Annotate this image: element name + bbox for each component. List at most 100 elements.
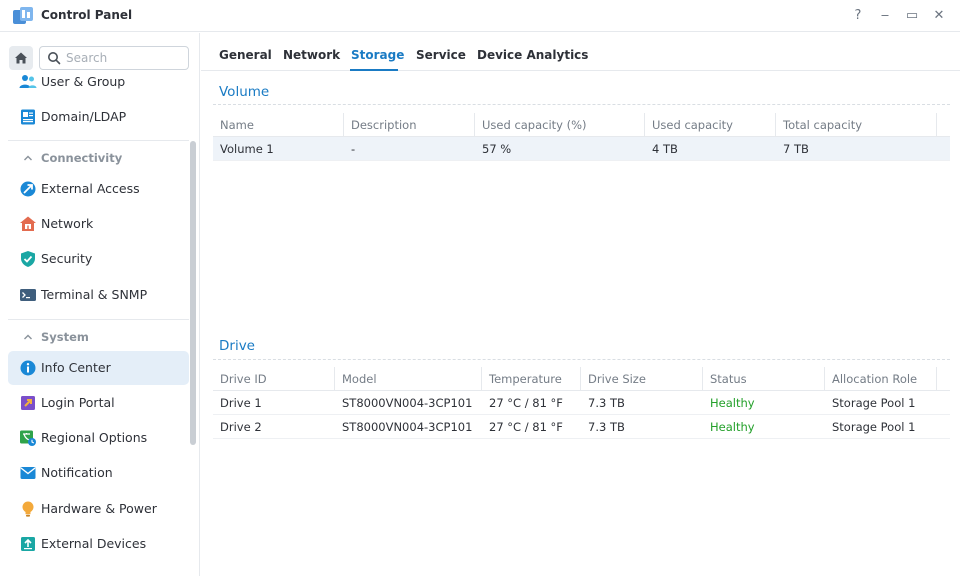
chevron-up-icon — [24, 155, 32, 161]
drive-section-title: Drive — [219, 338, 255, 354]
sidebar-item-label: Info Center — [41, 360, 111, 375]
column-header[interactable]: Temperature — [482, 367, 581, 391]
external-device-icon — [21, 537, 35, 551]
sidebar-scrollbar[interactable] — [190, 141, 196, 445]
bulb-icon — [22, 501, 34, 517]
tab-network[interactable]: Network — [283, 48, 340, 62]
volume-name-cell: Volume 1 — [220, 142, 274, 156]
login-portal-icon — [21, 396, 35, 410]
sidebar-item-external-devices[interactable]: External Devices — [8, 527, 189, 561]
sidebar: User & Group Domain/LDAP Connectivity Ex… — [0, 33, 200, 576]
sidebar-item-label: Domain/LDAP — [41, 109, 127, 124]
drive-allocation-cell: Storage Pool 1 — [832, 420, 916, 434]
info-icon — [20, 360, 36, 376]
chevron-up-icon — [24, 334, 32, 340]
drive-model-cell: ST8000VN004-3CP101 — [342, 396, 473, 410]
column-header[interactable]: Drive Size — [581, 367, 703, 391]
tab-service[interactable]: Service — [416, 48, 466, 62]
shield-icon — [21, 251, 35, 267]
column-header[interactable]: Used capacity — [645, 113, 776, 137]
sidebar-item-external-access[interactable]: External Access — [8, 172, 189, 206]
active-tab-indicator — [350, 69, 398, 71]
volume-total-capacity-cell: 7 TB — [783, 142, 809, 156]
column-header[interactable]: Model — [335, 367, 482, 391]
section-header-system[interactable]: System — [8, 324, 189, 350]
drive-temperature-cell: 27 °C / 81 °F — [489, 396, 563, 410]
drive-size-cell: 7.3 TB — [588, 396, 625, 410]
table-row[interactable]: Volume 1 - 57 % 4 TB 7 TB — [213, 137, 950, 161]
external-access-icon — [20, 181, 36, 197]
sidebar-item-login-portal[interactable]: Login Portal — [8, 386, 189, 420]
drive-table-header: Drive ID Model Temperature Drive Size St… — [213, 367, 950, 391]
network-house-icon — [20, 216, 36, 231]
column-header[interactable]: Status — [703, 367, 825, 391]
section-divider — [213, 359, 950, 360]
sidebar-item-label: Hardware & Power — [41, 501, 157, 516]
volume-table: Name Description Used capacity (%) Used … — [213, 113, 950, 161]
users-icon — [19, 75, 37, 88]
close-button[interactable]: ✕ — [929, 6, 949, 26]
column-header[interactable]: Name — [213, 113, 344, 137]
sidebar-item-label: Terminal & SNMP — [41, 287, 148, 302]
column-header[interactable]: Allocation Role — [825, 367, 937, 391]
column-header[interactable]: Description — [344, 113, 475, 137]
drive-status-cell: Healthy — [710, 396, 755, 410]
tab-bar: General Network Storage Service Device A… — [201, 33, 960, 71]
sidebar-item-label: Login Portal — [41, 395, 115, 410]
tab-storage[interactable]: Storage — [351, 48, 404, 62]
section-title: Connectivity — [41, 151, 123, 165]
sidebar-item-label: Network — [41, 216, 94, 231]
regional-icon — [20, 430, 36, 446]
sidebar-item-terminal-snmp[interactable]: Terminal & SNMP — [8, 278, 189, 312]
sidebar-item-domain-ldap[interactable]: Domain/LDAP — [8, 100, 189, 134]
section-title: System — [41, 330, 89, 344]
window-title: Control Panel — [41, 8, 133, 22]
drive-model-cell: ST8000VN004-3CP101 — [342, 420, 473, 434]
column-header[interactable]: Drive ID — [213, 367, 335, 391]
sidebar-item-hardware-power[interactable]: Hardware & Power — [8, 492, 189, 526]
help-button[interactable]: ? — [848, 6, 868, 26]
volume-table-header: Name Description Used capacity (%) Used … — [213, 113, 950, 137]
sidebar-item-label: Notification — [41, 465, 113, 480]
sidebar-item-label: External Access — [41, 181, 140, 196]
domain-icon — [21, 109, 35, 125]
tab-device-analytics[interactable]: Device Analytics — [477, 48, 588, 62]
section-divider — [8, 140, 189, 141]
column-header[interactable]: Total capacity — [776, 113, 937, 137]
sidebar-item-network[interactable]: Network — [8, 207, 189, 241]
volume-section-title: Volume — [219, 84, 270, 100]
maximize-button[interactable]: ▭ — [902, 6, 922, 26]
control-panel-app-icon — [13, 7, 33, 24]
drive-size-cell: 7.3 TB — [588, 420, 625, 434]
search-icon — [48, 52, 61, 65]
terminal-icon — [20, 289, 36, 301]
column-header[interactable]: Used capacity (%) — [475, 113, 645, 137]
table-row[interactable]: Drive 2 ST8000VN004-3CP101 27 °C / 81 °F… — [213, 415, 950, 439]
drive-status-cell: Healthy — [710, 420, 755, 434]
minimize-button[interactable]: ‒ — [875, 6, 895, 26]
drive-id-cell: Drive 1 — [220, 396, 262, 410]
drive-allocation-cell: Storage Pool 1 — [832, 396, 916, 410]
volume-description-cell: - — [351, 142, 356, 156]
sidebar-item-security[interactable]: Security — [8, 242, 189, 276]
section-header-connectivity[interactable]: Connectivity — [8, 145, 189, 171]
drive-id-cell: Drive 2 — [220, 420, 262, 434]
sidebar-item-regional-options[interactable]: Regional Options — [8, 421, 189, 455]
sidebar-item-notification[interactable]: Notification — [8, 456, 189, 490]
sidebar-item-label: External Devices — [41, 536, 147, 551]
drive-temperature-cell: 27 °C / 81 °F — [489, 420, 563, 434]
drive-table: Drive ID Model Temperature Drive Size St… — [213, 367, 950, 439]
sidebar-item-label: Regional Options — [41, 430, 148, 445]
sidebar-item-label: Security — [41, 251, 93, 266]
sidebar-item-user-group[interactable]: User & Group — [8, 65, 189, 99]
tab-general[interactable]: General — [219, 48, 272, 62]
volume-used-percent-cell: 57 % — [482, 142, 512, 156]
sidebar-item-label: User & Group — [41, 74, 126, 89]
volume-used-capacity-cell: 4 TB — [652, 142, 678, 156]
notification-icon — [20, 467, 36, 479]
main-panel: General Network Storage Service Device A… — [201, 33, 960, 576]
sidebar-item-info-center[interactable]: Info Center — [8, 351, 189, 385]
section-divider — [8, 319, 189, 320]
title-bar: Control Panel ? ‒ ▭ ✕ — [0, 0, 960, 32]
table-row[interactable]: Drive 1 ST8000VN004-3CP101 27 °C / 81 °F… — [213, 391, 950, 415]
